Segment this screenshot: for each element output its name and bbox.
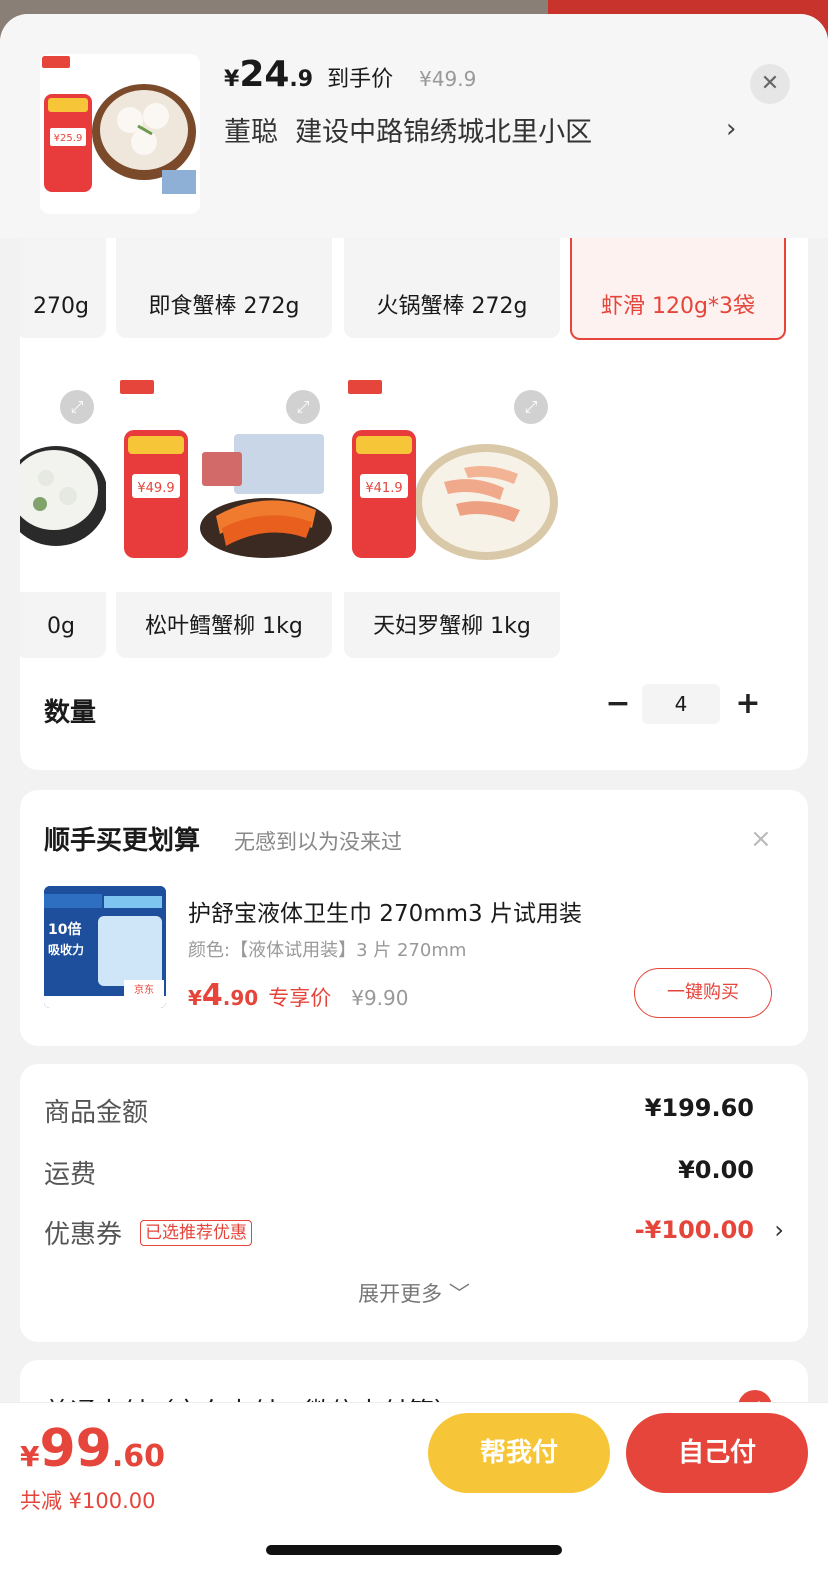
price-decimal: .60 <box>111 1439 166 1474</box>
quantity-input[interactable]: 4 <box>642 684 720 724</box>
total-saving: 共减 ¥100.00 <box>20 1489 156 1513</box>
delivery-address[interactable]: 董聪 建设中路锦绣城北里小区 <box>224 110 592 149</box>
quantity-decrease-button[interactable]: − <box>598 684 638 724</box>
recipient-name: 董聪 <box>224 117 278 148</box>
recommend-product-spec: 颜色:【液体试用装】3 片 270mm <box>188 940 467 961</box>
summary-key: 运费 <box>44 1160 97 1190</box>
svg-text:¥49.9: ¥49.9 <box>137 481 174 496</box>
price-decimal: .90 <box>222 986 259 1010</box>
variant-label: 即食蟹棒 272g <box>148 294 300 319</box>
summary-row-shipping: 运费 ¥0.00 <box>44 1154 784 1194</box>
variant-label: 270g <box>33 294 89 319</box>
chevron-right-icon[interactable]: › <box>726 114 736 144</box>
variant-option[interactable]: ¥49.9 ⤢ 松叶鳕蟹柳 1kg <box>116 378 332 658</box>
recommend-product-image[interactable]: 10倍 吸收力 京东 <box>44 886 166 1008</box>
summary-value: -¥100.00 <box>634 1216 754 1244</box>
svg-text:京东: 京东 <box>134 983 154 996</box>
product-thumbnail: ¥25.9 <box>40 54 200 214</box>
total-price: ¥ 99 .60 <box>20 1419 165 1479</box>
sanitary-pad-image: 10倍 吸收力 京东 <box>44 886 166 1008</box>
svg-text:吸收力: 吸收力 <box>48 942 84 957</box>
original-price: ¥9.90 <box>351 986 409 1010</box>
checkout-sheet: 270g 即食蟹棒 272g 火锅蟹棒 272g 虾滑 120g*3袋 ⤢ 0g… <box>0 14 828 1591</box>
svg-text:10倍: 10倍 <box>48 921 81 938</box>
summary-value: ¥199.60 <box>644 1094 754 1122</box>
close-icon[interactable]: ✕ <box>750 64 790 104</box>
close-icon[interactable]: × <box>750 824 772 854</box>
svg-text:¥41.9: ¥41.9 <box>365 481 402 496</box>
price-integer: 4 <box>201 978 223 1013</box>
shrimp-ball-image: ¥25.9 <box>42 56 196 194</box>
price-line: ¥ 24 .9 到手价 ¥49.9 <box>224 54 476 95</box>
chevron-right-icon[interactable]: › <box>774 1216 784 1244</box>
recommend-title: 顺手买更划算 <box>44 826 201 856</box>
price-integer: 99 <box>39 1419 112 1479</box>
recommend-subtitle: 无感到以为没来过 <box>234 830 402 854</box>
price-integer: 24 <box>239 54 290 95</box>
coupon-badge: 已选推荐优惠 <box>140 1220 252 1246</box>
price-currency: ¥ <box>224 67 240 92</box>
expand-icon[interactable]: ⤢ <box>286 390 320 424</box>
variant-label: 火锅蟹棒 272g <box>376 294 528 319</box>
quantity-increase-button[interactable]: + <box>728 684 768 724</box>
variant-option[interactable]: ⤢ 0g <box>20 378 106 658</box>
summary-key: 商品金额 <box>44 1098 149 1128</box>
summary-row-goods: 商品金额 ¥199.60 <box>44 1092 784 1132</box>
quantity-label: 数量 <box>44 698 97 728</box>
help-me-pay-button[interactable]: 帮我付 <box>428 1413 610 1493</box>
price-label: 到手价 <box>327 67 394 92</box>
cost-summary: 商品金额 ¥199.60 运费 ¥0.00 优惠券 已选推荐优惠 -¥100.0… <box>20 1064 808 1342</box>
variant-selector: 270g 即食蟹棒 272g 火锅蟹棒 272g 虾滑 120g*3袋 ⤢ 0g… <box>20 214 808 770</box>
address-text: 建设中路锦绣城北里小区 <box>295 117 593 148</box>
home-indicator[interactable] <box>266 1545 562 1555</box>
recommend-card: 顺手买更划算 无感到以为没来过 × 10倍 吸收力 京东 护舒宝液体卫生巾 27… <box>20 790 808 1046</box>
original-price: ¥49.9 <box>419 67 477 91</box>
one-click-buy-button[interactable]: 一键购买 <box>634 968 772 1018</box>
summary-value: ¥0.00 <box>678 1156 754 1184</box>
product-image: ⤢ <box>20 378 106 592</box>
checkout-bar: ¥ 99 .60 共减 ¥100.00 帮我付 自己付 <box>0 1402 828 1591</box>
recommend-product-name[interactable]: 护舒宝液体卫生巾 270mm3 片试用装 <box>188 894 582 928</box>
pay-myself-button[interactable]: 自己付 <box>626 1413 808 1493</box>
variant-label: 松叶鳕蟹柳 1kg <box>145 614 303 639</box>
variant-option[interactable]: ¥41.9 ⤢ 天妇罗蟹柳 1kg <box>344 378 560 658</box>
product-image: ¥49.9 ⤢ <box>116 378 332 592</box>
summary-row-coupon[interactable]: 优惠券 已选推荐优惠 -¥100.00 › <box>44 1214 784 1254</box>
recommend-price: ¥ 4 .90 专享价 ¥9.90 <box>188 978 409 1013</box>
price-decimal: .9 <box>289 67 314 92</box>
variant-label: 0g <box>47 614 75 639</box>
product-image: ¥41.9 ⤢ <box>344 378 560 592</box>
variant-label: 天妇罗蟹柳 1kg <box>373 614 531 639</box>
svg-text:¥25.9: ¥25.9 <box>54 133 83 144</box>
summary-key: 优惠券 <box>44 1220 123 1250</box>
price-currency: ¥ <box>188 986 202 1010</box>
expand-icon[interactable]: ⤢ <box>60 390 94 424</box>
expand-more-button[interactable]: 展开更多 ﹀ <box>20 1278 808 1308</box>
product-header: ¥25.9 ¥ 24 .9 到手价 ¥49.9 董聪 建设中路锦绣城北里小区 ›… <box>0 14 828 238</box>
expand-icon[interactable]: ⤢ <box>514 390 548 424</box>
price-currency: ¥ <box>20 1440 40 1473</box>
variant-label: 虾滑 120g*3袋 <box>601 294 755 319</box>
price-label: 专享价 <box>268 986 332 1010</box>
